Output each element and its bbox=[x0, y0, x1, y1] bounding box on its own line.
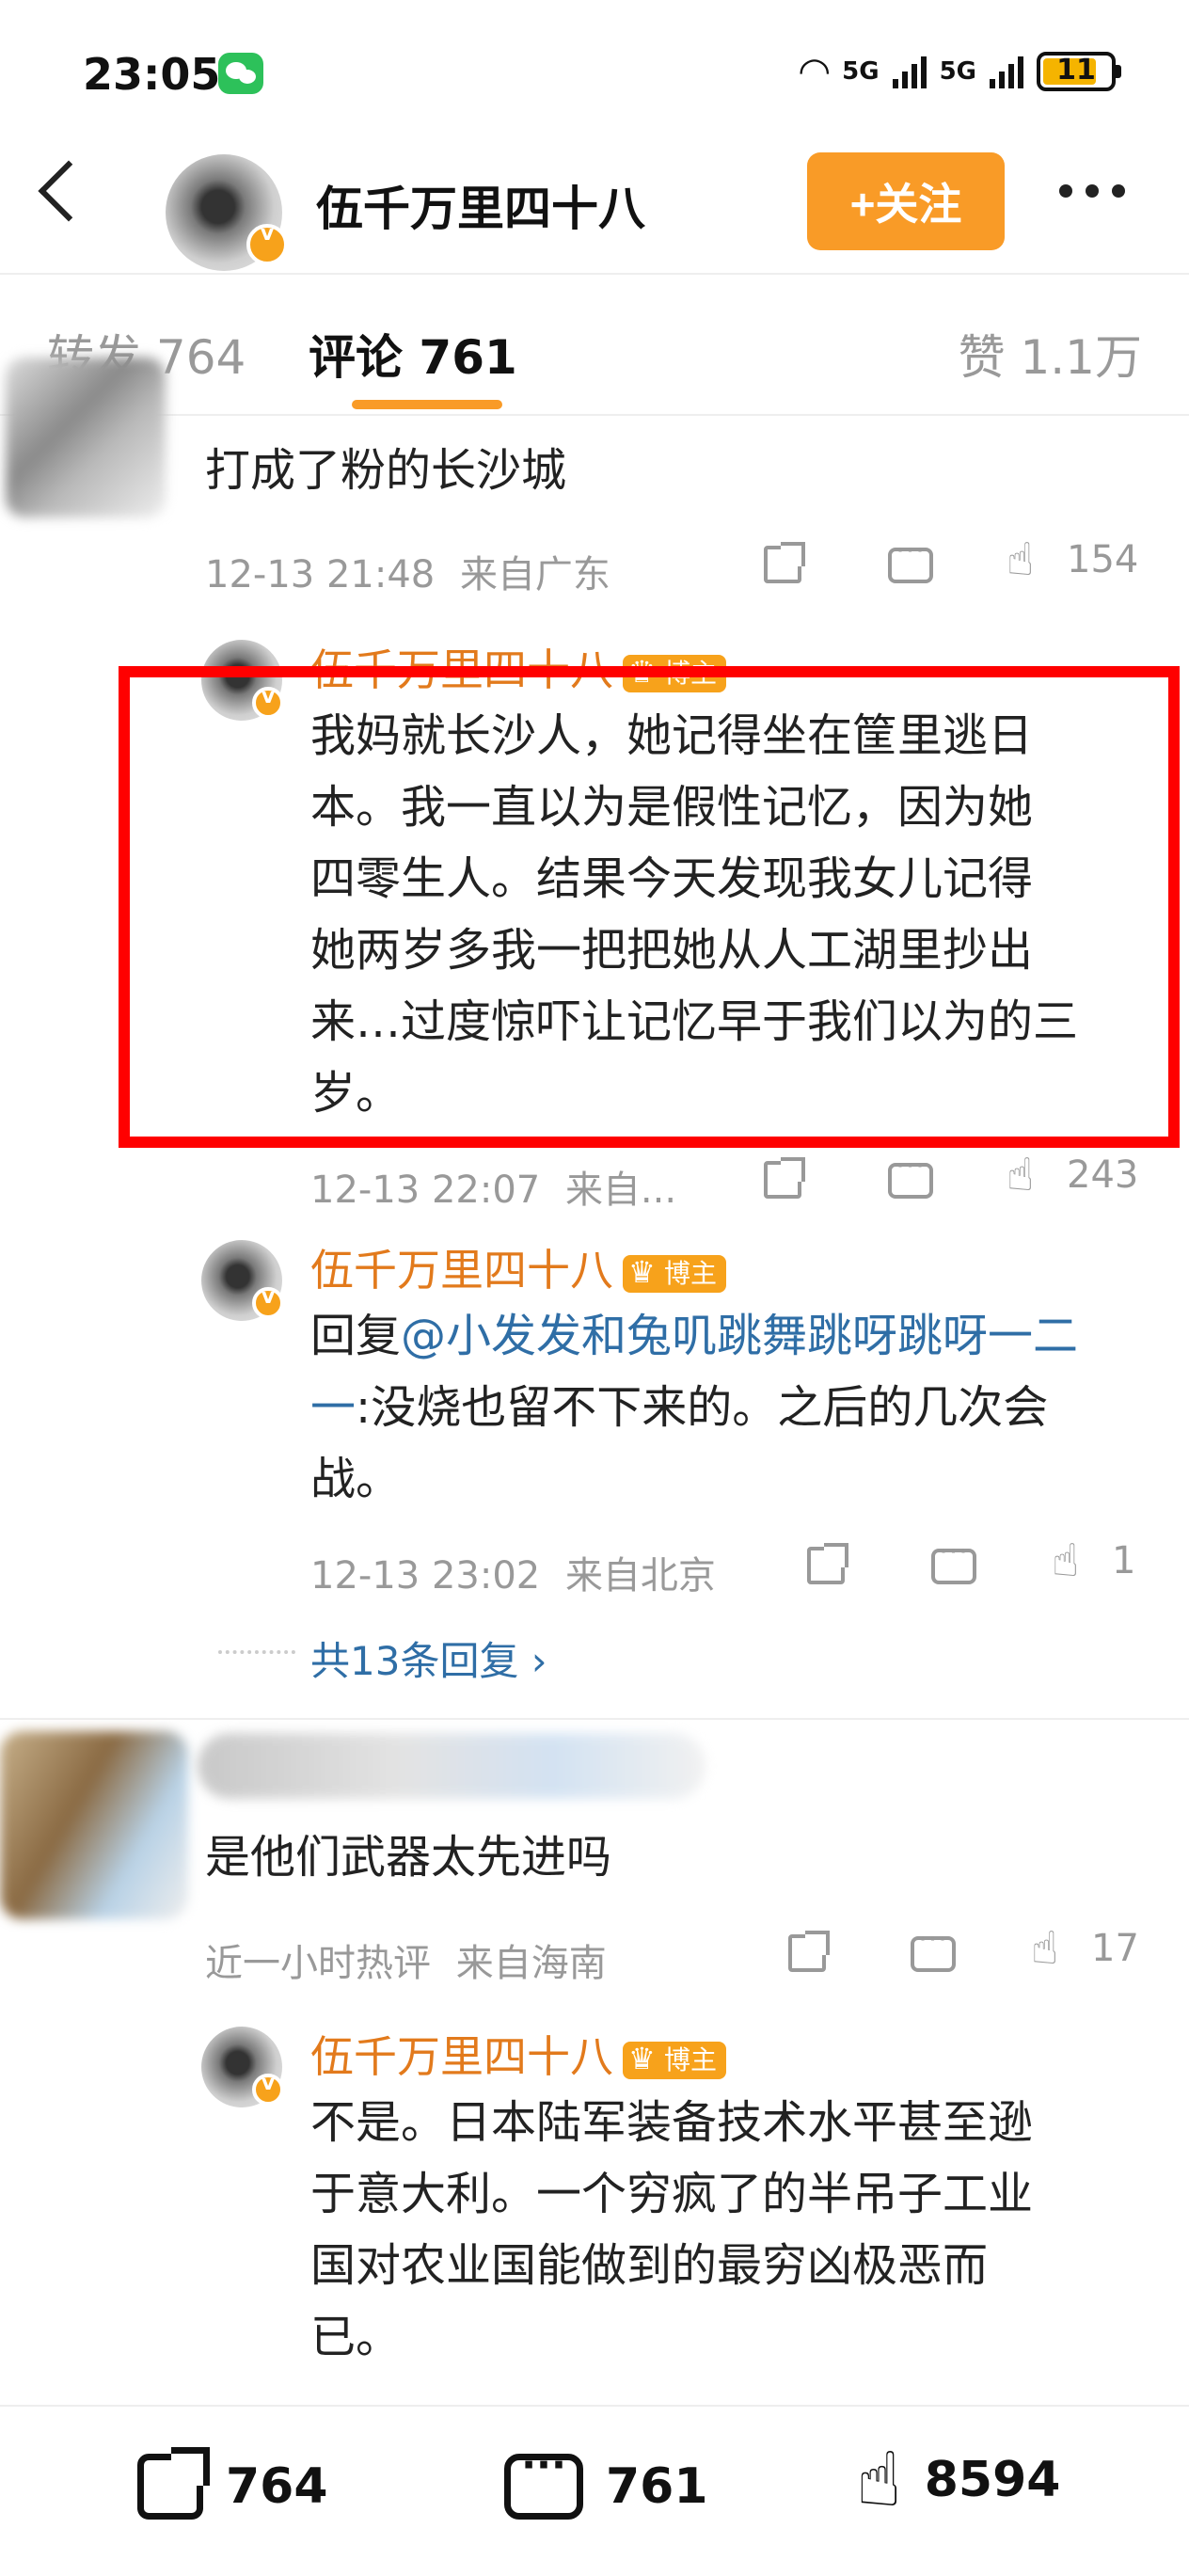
comment-2-reply-button[interactable] bbox=[911, 1923, 956, 1972]
reply-1-share-button[interactable] bbox=[764, 1157, 805, 1199]
blogger-badge: 博主 bbox=[623, 2040, 727, 2079]
signal-1-icon bbox=[892, 55, 927, 88]
reply-3-line: 于意大利。一个穷疯了的半吊子工业 bbox=[310, 2168, 1034, 2220]
share-icon bbox=[764, 542, 805, 583]
comment-2-meta: 近一小时热评 来自海南 bbox=[205, 1932, 607, 1987]
comment-icon bbox=[888, 534, 933, 583]
comment-1-text: 打成了粉的长沙城 bbox=[205, 444, 567, 497]
tabs-divider bbox=[0, 414, 1189, 416]
network-2-label: 5G bbox=[939, 57, 976, 86]
reply-3-line: 不是。日本陆军装备技术水平甚至逊 bbox=[310, 2096, 1034, 2149]
commenter-2-name-blurred[interactable] bbox=[198, 1733, 705, 1799]
red-highlight-box bbox=[119, 666, 1180, 1148]
nav-divider bbox=[0, 273, 1189, 275]
comment-icon bbox=[931, 1535, 976, 1584]
page-title[interactable]: 伍千万里四十八 bbox=[316, 171, 645, 239]
reply-1-location: 来自... bbox=[564, 1169, 677, 1212]
comment-2-like-button[interactable]: ☝ 17 bbox=[1031, 1925, 1139, 1972]
follow-button[interactable]: +关注 bbox=[807, 152, 1005, 250]
bottom-like-count: 8594 bbox=[924, 2452, 1061, 2508]
verified-badge-icon bbox=[252, 2072, 284, 2106]
mention-link-continued[interactable]: 一 bbox=[310, 1381, 356, 1434]
comment-2-time: 近一小时热评 bbox=[205, 1942, 431, 1985]
reply-2-line: :没烧也留不下来的。之后的几次会 bbox=[356, 1381, 1049, 1434]
reply-3-username[interactable]: 伍千万里四十八博主 bbox=[310, 2023, 727, 2085]
bottom-comment-button[interactable]: 761 bbox=[504, 2441, 708, 2520]
commenter-2-avatar-blurred[interactable] bbox=[0, 1731, 188, 1919]
share-icon bbox=[764, 1157, 805, 1199]
status-time: 23:05 bbox=[83, 49, 221, 100]
verified-badge-icon bbox=[252, 1285, 284, 1319]
reply-2-like-button[interactable]: ☝ 1 bbox=[1052, 1537, 1135, 1584]
comment-2-location: 来自海南 bbox=[455, 1942, 607, 1985]
bottom-repost-count: 764 bbox=[226, 2458, 328, 2515]
tab-active-indicator bbox=[352, 400, 502, 409]
reply-2-time: 12-13 23:02 bbox=[310, 1554, 541, 1598]
bottom-repost-button[interactable]: 764 bbox=[137, 2447, 328, 2520]
bottom-like-button[interactable]: ☝ 8594 bbox=[856, 2442, 1060, 2518]
comment-1-like-button[interactable]: ☝ 154 bbox=[1007, 536, 1138, 583]
reply-3-text: 不是。日本陆军装备技术水平甚至逊 于意大利。一个穷疯了的半吊子工业 国对农业国能… bbox=[310, 2087, 1033, 2373]
comment-2-like-count: 17 bbox=[1091, 1927, 1139, 1970]
signal-2-icon bbox=[990, 55, 1023, 88]
replies-connector bbox=[218, 1650, 295, 1658]
comment-1-time: 12-13 21:48 bbox=[205, 553, 436, 596]
comment-2-text: 是他们武器太先进吗 bbox=[205, 1831, 612, 1884]
bottom-comment-count: 761 bbox=[606, 2458, 708, 2515]
reply-3-line: 国对农业国能做到的最穷凶极恶而 bbox=[310, 2239, 989, 2292]
more-options-icon[interactable] bbox=[1059, 184, 1125, 198]
repost-icon bbox=[137, 2447, 210, 2520]
comment-1-location: 来自广东 bbox=[459, 553, 610, 596]
commenter-1-avatar-blurred[interactable] bbox=[6, 358, 166, 517]
comment-1-reply-button[interactable] bbox=[888, 534, 933, 583]
thumbs-up-icon: ☝ bbox=[1007, 1149, 1035, 1201]
share-icon bbox=[788, 1931, 830, 1972]
reply-3-line: 已。 bbox=[310, 2311, 402, 2363]
battery-icon: 11 bbox=[1037, 52, 1121, 91]
tab-comment[interactable]: 评论 761 bbox=[309, 320, 517, 388]
comment-1-meta: 12-13 21:48 来自广东 bbox=[205, 544, 610, 598]
comment-divider bbox=[0, 1718, 1189, 1720]
thumbs-up-icon: ☝ bbox=[1007, 533, 1035, 586]
comment-1-like-count: 154 bbox=[1067, 538, 1139, 581]
reply-prefix: 回复 bbox=[310, 1310, 402, 1362]
battery-level: 11 bbox=[1056, 54, 1096, 87]
back-arrow-icon[interactable] bbox=[38, 160, 100, 222]
reply-1-reply-button[interactable] bbox=[888, 1150, 933, 1199]
blogger-badge: 博主 bbox=[623, 1253, 727, 1293]
comment-icon bbox=[911, 1923, 956, 1972]
comment-2-share-button[interactable] bbox=[788, 1931, 830, 1972]
reply-2-share-button[interactable] bbox=[807, 1543, 848, 1584]
wechat-notification-icon bbox=[218, 53, 263, 94]
wifi-icon: ◠ bbox=[800, 50, 830, 93]
thumbs-up-icon: ☝ bbox=[1052, 1534, 1080, 1587]
mention-link[interactable]: @小发发和兔叽跳舞跳呀跳呀一二 bbox=[401, 1310, 1078, 1362]
thumbs-up-icon: ☝ bbox=[856, 2436, 902, 2523]
reply-3-username-text: 伍千万里四十八 bbox=[310, 2031, 613, 2082]
reply-2-line: 战。 bbox=[310, 1453, 402, 1505]
reply-1-meta: 12-13 22:07 来自... bbox=[310, 1159, 676, 1214]
comment-icon bbox=[888, 1150, 933, 1199]
reply-2-username[interactable]: 伍千万里四十八博主 bbox=[310, 1236, 727, 1298]
reply-2-location: 来自北京 bbox=[564, 1554, 716, 1598]
reply-2-text: 回复@小发发和兔叽跳舞跳呀跳呀一二 一:没烧也留不下来的。之后的几次会 战。 bbox=[310, 1300, 1078, 1515]
reply-2-meta: 12-13 23:02 来自北京 bbox=[310, 1545, 716, 1599]
tab-like[interactable]: 赞 1.1万 bbox=[959, 320, 1142, 388]
comment-1-share-button[interactable] bbox=[764, 542, 805, 583]
network-1-label: 5G bbox=[842, 57, 880, 86]
reply-1-like-count: 243 bbox=[1067, 1153, 1139, 1197]
comment-icon bbox=[504, 2441, 583, 2520]
reply-2-like-count: 1 bbox=[1112, 1539, 1136, 1582]
reply-1-time: 12-13 22:07 bbox=[310, 1169, 541, 1212]
reply-1-like-button[interactable]: ☝ 243 bbox=[1007, 1152, 1138, 1199]
verified-badge-icon bbox=[246, 222, 288, 265]
share-icon bbox=[807, 1543, 848, 1584]
reply-2-reply-button[interactable] bbox=[931, 1535, 976, 1584]
reply-2-username-text: 伍千万里四十八 bbox=[310, 1245, 613, 1296]
more-replies-link[interactable]: 共13条回复 › bbox=[310, 1630, 547, 1687]
thumbs-up-icon: ☝ bbox=[1031, 1922, 1059, 1975]
status-indicators: ◠ 5G 5G 11 bbox=[800, 47, 1121, 96]
